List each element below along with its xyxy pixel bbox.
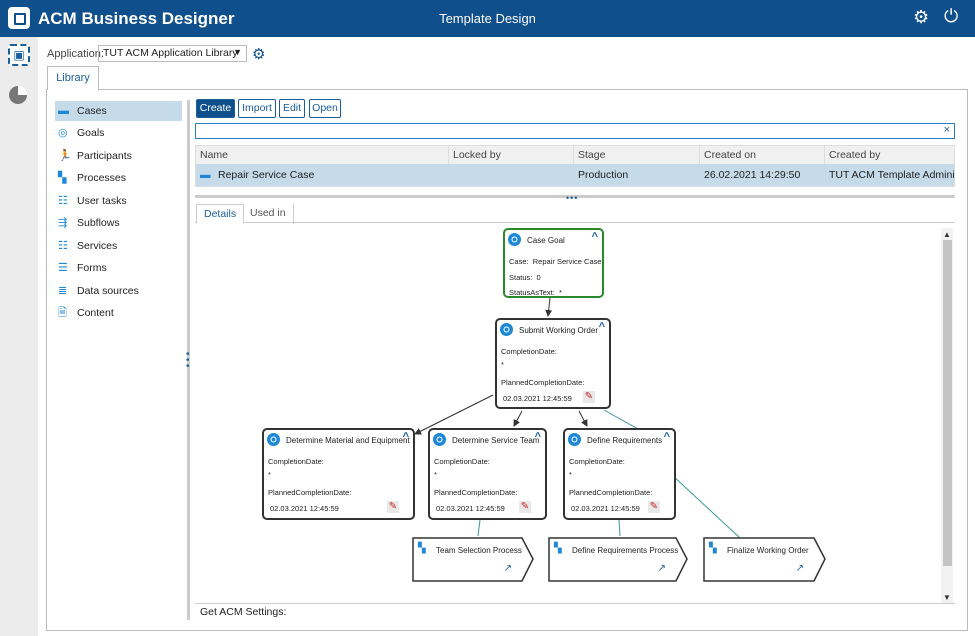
process-title: Finalize Working Order: [727, 546, 809, 555]
goal-node[interactable]: Define Requirements ^ CompletionDate: * …: [563, 428, 676, 520]
field-label: CompletionDate:: [501, 347, 557, 356]
field-label: Status:: [509, 273, 533, 282]
process-icon: ▚: [709, 543, 717, 554]
target-icon: [267, 433, 280, 446]
edit-date-icon[interactable]: ✎: [648, 501, 660, 513]
field-value: Repair Service Case: [532, 257, 602, 266]
field-value: *: [569, 470, 572, 479]
connector: [671, 474, 741, 539]
goal-node[interactable]: Determine Service Team ^ CompletionDate:…: [428, 428, 547, 520]
node-title: Submit Working Order: [519, 326, 598, 335]
field-label: StatusAsText:: [509, 288, 555, 297]
connector: [578, 410, 588, 427]
process-node[interactable]: ▚ Finalize Working Order ↗: [703, 537, 826, 582]
field-value: *: [268, 470, 271, 479]
field-label: PlannedCompletionDate:: [268, 488, 352, 497]
divider: [195, 603, 955, 604]
process-shape: [703, 537, 826, 582]
collapse-icon[interactable]: ^: [599, 321, 605, 333]
field-label: CompletionDate:: [268, 457, 324, 466]
field-value: 0: [536, 273, 541, 282]
field-label: Case:: [509, 257, 529, 266]
field-value: 02.03.2021 12:45:59: [503, 394, 572, 403]
target-icon: [433, 433, 446, 446]
field-value: *: [559, 288, 562, 297]
process-node[interactable]: ▚ Define Requirements Process ↗: [548, 537, 688, 582]
open-link-icon[interactable]: ↗: [504, 563, 512, 574]
field-label: PlannedCompletionDate:: [569, 488, 653, 497]
connector: [618, 519, 621, 537]
process-title: Define Requirements Process: [572, 546, 679, 555]
target-icon: [500, 323, 513, 336]
field-value: *: [501, 360, 504, 369]
connector: [477, 519, 481, 537]
process-node[interactable]: ▚ Team Selection Process ↗: [412, 537, 534, 582]
process-title: Team Selection Process: [436, 546, 522, 555]
field-value: 02.03.2021 12:45:59: [436, 504, 505, 513]
edit-date-icon[interactable]: ✎: [583, 391, 595, 403]
connector: [603, 409, 641, 431]
collapse-icon[interactable]: ^: [535, 431, 541, 443]
field-label: PlannedCompletionDate:: [501, 378, 585, 387]
process-shape: [548, 537, 688, 582]
open-link-icon[interactable]: ↗: [658, 563, 666, 574]
field-label: CompletionDate:: [569, 457, 625, 466]
case-goal-node[interactable]: Case Goal ^ Case: Repair Service Case St…: [503, 228, 604, 298]
edit-date-icon[interactable]: ✎: [519, 501, 531, 513]
scroll-down-icon[interactable]: ▼: [943, 593, 951, 602]
process-shape: [412, 537, 534, 582]
process-icon: ▚: [418, 543, 426, 554]
field-label: PlannedCompletionDate:: [434, 488, 518, 497]
get-acm-settings-label: Get ACM Settings:: [200, 606, 287, 618]
field-label: CompletionDate:: [434, 457, 490, 466]
collapse-icon[interactable]: ^: [664, 431, 670, 443]
connector: [513, 410, 523, 427]
field-value: *: [434, 470, 437, 479]
node-title: Determine Material and Equipment: [286, 436, 410, 445]
edit-date-icon[interactable]: ✎: [387, 501, 399, 513]
scroll-up-icon[interactable]: ▲: [943, 230, 951, 239]
field-value: 02.03.2021 12:45:59: [270, 504, 339, 513]
node-title: Define Requirements: [587, 436, 663, 445]
open-link-icon[interactable]: ↗: [796, 563, 804, 574]
connector: [545, 297, 553, 317]
target-icon: [568, 433, 581, 446]
target-icon: [508, 233, 521, 246]
process-icon: ▚: [554, 543, 562, 554]
scrollbar-thumb[interactable]: [943, 240, 952, 566]
goal-node[interactable]: Determine Material and Equipment ^ Compl…: [262, 428, 415, 520]
field-value: 02.03.2021 12:45:59: [571, 504, 640, 513]
goal-node[interactable]: Submit Working Order ^ CompletionDate: *…: [495, 318, 611, 409]
node-title: Determine Service Team: [452, 436, 540, 445]
collapse-icon[interactable]: ^: [403, 431, 409, 443]
node-title: Case Goal: [527, 236, 565, 245]
collapse-icon[interactable]: ^: [592, 231, 598, 243]
